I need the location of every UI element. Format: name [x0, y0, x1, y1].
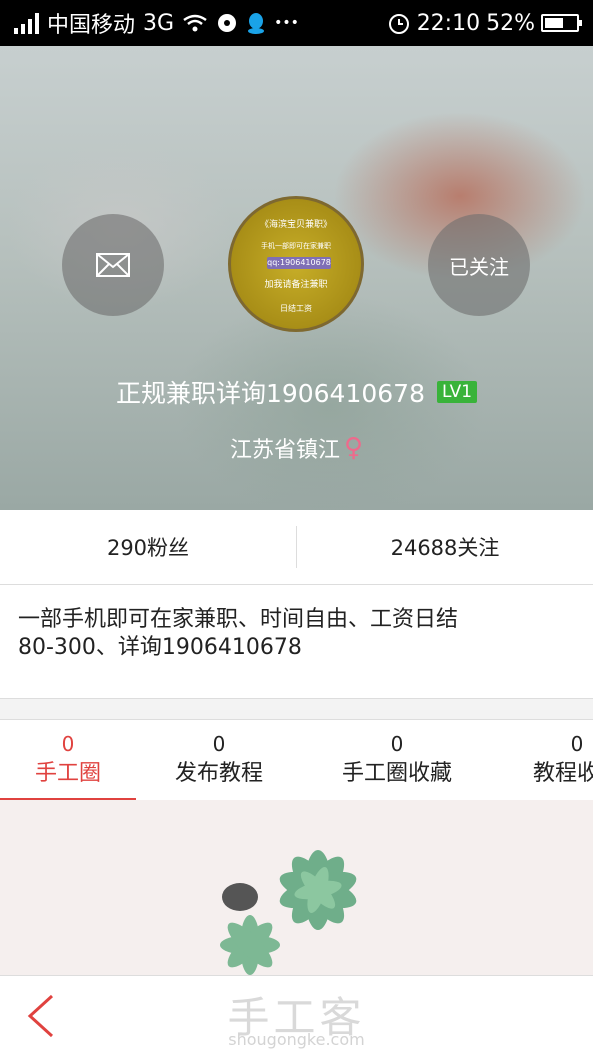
message-button[interactable]: [62, 214, 164, 316]
more-notifications-icon: •••: [274, 15, 299, 31]
profile-header: 《海滨宝贝兼职》 手机一部即可在家兼职 qq:1906410678 加我请备注兼…: [0, 46, 593, 510]
watermark-url: shougongke.com: [228, 1030, 365, 1049]
succulent-illustration: [220, 850, 357, 975]
avatar-text: 《海滨宝贝兼职》: [259, 220, 332, 230]
tab-tutorial-favorites[interactable]: 0 教程收藏: [492, 720, 593, 800]
carrier-name: 中国移动: [47, 13, 136, 38]
tab-label: 教程收藏: [532, 761, 593, 786]
tab-circle-favorites[interactable]: 0 手工圈收藏: [302, 720, 492, 800]
avatar-text: 加我请备注兼职: [264, 280, 328, 290]
network-type: 3G: [143, 10, 175, 36]
battery-icon: [541, 14, 582, 32]
follow-button[interactable]: 已关注: [428, 214, 530, 316]
follow-label: 已关注: [449, 254, 509, 279]
profile-tabs: 0 手工圈 0 发布教程 0 手工圈收藏 0 教程收藏: [0, 719, 593, 801]
fans-count[interactable]: 290粉丝: [0, 510, 296, 584]
alarm-icon: [388, 14, 409, 34]
status-bar: 中国移动 3G ••• 22:10 52%: [0, 0, 593, 46]
clock-time: 22:10: [416, 10, 481, 36]
tab-label: 发布教程: [174, 761, 263, 786]
avatar-text: 手机一部即可在家兼职: [261, 242, 331, 250]
tab-count: 0: [61, 732, 75, 756]
tab-count: 0: [570, 732, 584, 756]
envelope-icon: [96, 253, 130, 277]
section-gap: [0, 699, 593, 719]
profile-name: 正规兼职详询1906410678: [115, 379, 425, 408]
bio-line: 一部手机即可在家兼职、时间自由、工资日结: [18, 607, 459, 632]
avatar-qq-badge: qq:1906410678: [267, 257, 331, 269]
following-count[interactable]: 24688关注: [297, 510, 593, 584]
profile-name-row: 正规兼职详询1906410678 LV1: [0, 374, 593, 410]
avatar-text: 日结工资: [280, 304, 312, 313]
battery-percent: 52%: [486, 10, 535, 36]
signal-icon: [14, 12, 39, 34]
profile-location: 江苏省镇江: [229, 438, 340, 463]
profile-location-row: 江苏省镇江 ♀: [0, 432, 593, 464]
tab-label: 手工圈: [34, 761, 101, 786]
stats-bar: 290粉丝 24688关注: [0, 510, 593, 585]
tab-count: 0: [212, 732, 226, 756]
avatar[interactable]: 《海滨宝贝兼职》 手机一部即可在家兼职 qq:1906410678 加我请备注兼…: [228, 196, 364, 332]
tab-handcraft-circle[interactable]: 0 手工圈: [0, 720, 136, 800]
level-badge: LV1: [437, 381, 478, 403]
wifi-icon: [183, 14, 207, 32]
empty-state: [0, 800, 593, 975]
tab-published-tutorials[interactable]: 0 发布教程: [136, 720, 302, 800]
profile-bio: 一部手机即可在家兼职、时间自由、工资日结 80-300、详询1906410678: [18, 606, 578, 662]
tab-count: 0: [390, 732, 404, 756]
bottom-bar: 手工客 shougongke.com: [0, 975, 593, 1056]
tab-label: 手工圈收藏: [341, 761, 452, 786]
female-icon: ♀: [343, 433, 364, 463]
music-icon: [218, 14, 237, 32]
bio-line: 80-300、详询1906410678: [18, 635, 302, 660]
qq-icon: [248, 13, 265, 34]
